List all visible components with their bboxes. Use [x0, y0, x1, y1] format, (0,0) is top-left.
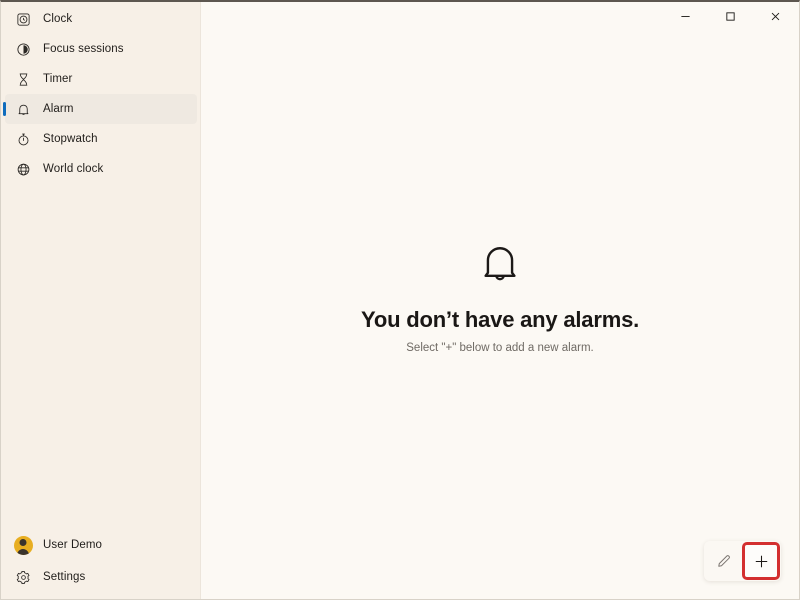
app-title-row: Clock: [5, 4, 197, 34]
sidebar-item-world-clock[interactable]: World clock: [5, 154, 197, 184]
hourglass-icon: [13, 69, 33, 89]
focus-sessions-icon: [13, 39, 33, 59]
sidebar-item-focus-sessions[interactable]: Focus sessions: [5, 34, 197, 64]
sidebar-item-timer[interactable]: Timer: [5, 64, 197, 94]
close-button[interactable]: [753, 2, 798, 30]
maximize-icon: [726, 11, 735, 21]
sidebar-item-alarm[interactable]: Alarm: [3, 94, 197, 124]
sidebar-item-stopwatch[interactable]: Stopwatch: [5, 124, 197, 154]
sidebar-item-label: Focus sessions: [43, 43, 124, 55]
bell-icon: [13, 99, 33, 119]
empty-state: You don’t have any alarms. Select "+" be…: [201, 240, 799, 354]
clock-app-icon: [13, 9, 33, 29]
avatar: [13, 535, 33, 555]
clock-app-window: Clock Focus sessions Timer Alarm Stopwat…: [0, 0, 800, 600]
sidebar: Clock Focus sessions Timer Alarm Stopwat…: [1, 2, 201, 599]
add-alarm-button[interactable]: [742, 542, 780, 580]
titlebar: [201, 2, 799, 32]
sidebar-item-label: Stopwatch: [43, 133, 98, 145]
stopwatch-icon: [13, 129, 33, 149]
sidebar-item-label: Timer: [43, 73, 73, 85]
sidebar-item-label: World clock: [43, 163, 104, 175]
sidebar-item-user[interactable]: User Demo: [5, 529, 197, 561]
edit-button[interactable]: [707, 544, 741, 578]
minimize-button[interactable]: [663, 2, 708, 30]
empty-state-title: You don’t have any alarms.: [360, 307, 640, 332]
command-bar: [704, 541, 781, 581]
sidebar-item-label: Alarm: [43, 103, 74, 115]
maximize-button[interactable]: [708, 2, 753, 30]
sidebar-footer: User Demo Settings: [1, 529, 200, 599]
globe-icon: [13, 159, 33, 179]
close-icon: [771, 12, 780, 20]
gear-icon: [13, 567, 33, 587]
main-content: You don’t have any alarms. Select "+" be…: [201, 2, 799, 599]
plus-icon: [755, 555, 767, 567]
sidebar-item-settings[interactable]: Settings: [5, 561, 197, 593]
bell-icon: [477, 240, 523, 291]
user-name-label: User Demo: [43, 539, 103, 551]
settings-label: Settings: [43, 571, 86, 583]
sidebar-nav: Clock Focus sessions Timer Alarm Stopwat…: [1, 2, 200, 184]
empty-state-subtitle: Select "+" below to add a new alarm.: [406, 342, 594, 354]
minimize-icon: [681, 15, 690, 17]
app-title-label: Clock: [43, 13, 73, 25]
pencil-icon: [718, 555, 730, 567]
avatar-icon: [13, 535, 33, 555]
